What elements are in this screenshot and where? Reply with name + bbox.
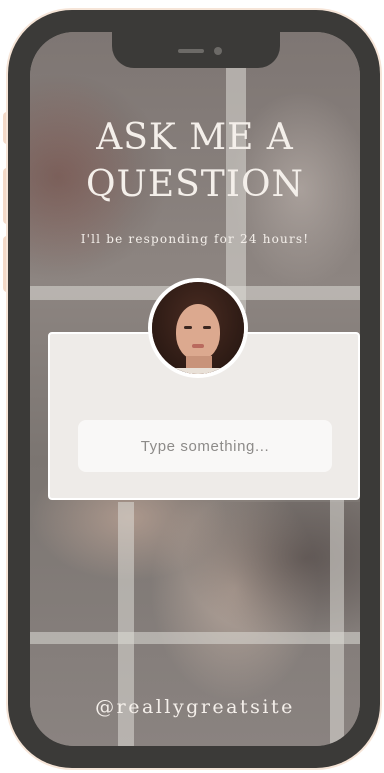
avatar [148, 278, 248, 378]
avatar-eye [184, 326, 192, 329]
story-screen: ASK ME A QUESTION I'll be responding for… [30, 32, 360, 746]
story-title-line-1: ASK ME A [96, 117, 294, 158]
phone-notch [112, 32, 280, 68]
story-title-line-2: QUESTION [85, 164, 305, 205]
question-input[interactable] [78, 420, 332, 472]
story-title: ASK ME A QUESTION [30, 114, 360, 208]
avatar-eye [203, 326, 211, 329]
story-subtitle: I'll be responding for 24 hours! [80, 232, 310, 246]
speaker-icon [178, 49, 204, 53]
avatar-neck [186, 356, 212, 374]
site-handle: @reallygreatsite [95, 696, 295, 718]
collage-divider [30, 632, 360, 644]
camera-icon [214, 47, 222, 55]
phone-frame: ASK ME A QUESTION I'll be responding for… [8, 10, 380, 768]
avatar-mouth [192, 344, 204, 348]
avatar-face [176, 304, 220, 360]
